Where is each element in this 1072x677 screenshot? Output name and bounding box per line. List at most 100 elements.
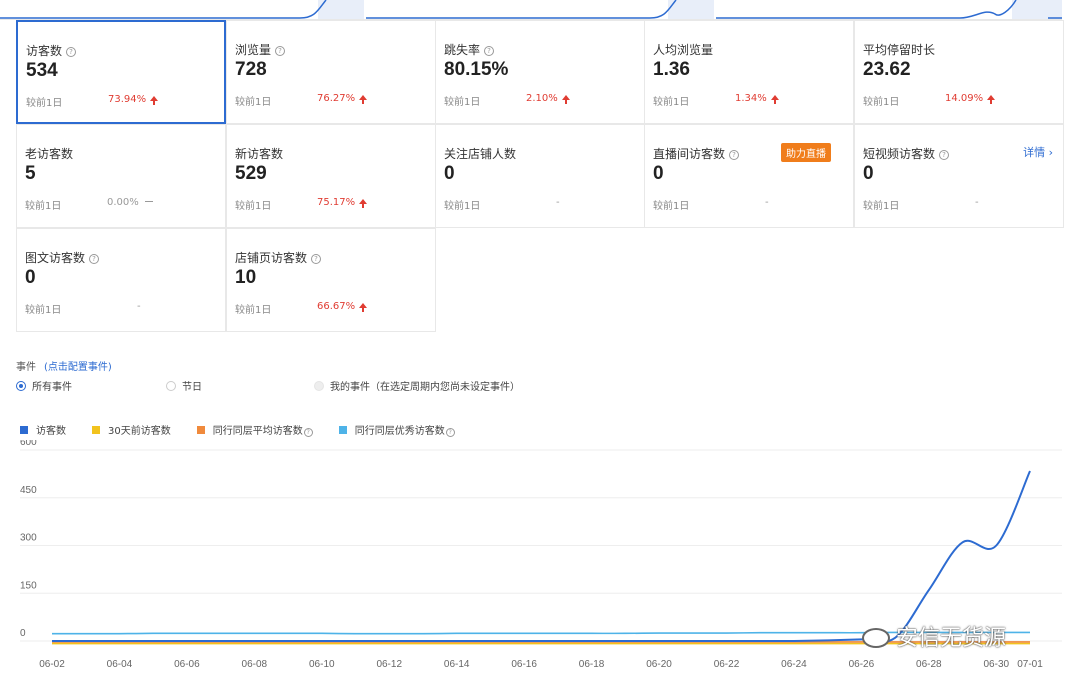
help-icon[interactable]: ?: [275, 46, 286, 56]
radio-all-events[interactable]: 所有事件: [16, 378, 72, 393]
help-icon[interactable]: ?: [484, 46, 495, 56]
change-percent-text: 14.09%: [945, 93, 984, 104]
metric-label: 关注店铺人数: [444, 145, 516, 162]
x-tick-label: 06-22: [714, 659, 740, 670]
compare-label: 较前1日: [235, 201, 272, 212]
metric-card[interactable]: 关注店铺人数 0 较前1日 -: [435, 124, 645, 228]
metric-card[interactable]: 店铺页访客数? 10 较前1日 66.67%: [226, 228, 436, 332]
metric-value: 534: [26, 60, 58, 81]
change-percent-text: 76.27%: [317, 93, 356, 104]
legend-item[interactable]: 30天前访客数: [92, 422, 171, 437]
legend-label: 同行同层优秀访客数: [354, 426, 445, 437]
metric-label-text: 店铺页访客数: [235, 251, 308, 265]
help-icon[interactable]: ?: [939, 150, 950, 160]
metric-value: 5: [25, 163, 36, 184]
metric-value: 1.36: [653, 59, 690, 80]
metric-card[interactable]: 老访客数 5 较前1日 0.00%: [16, 124, 226, 228]
change-percent: 66.67%: [317, 301, 368, 312]
help-icon[interactable]: ?: [729, 150, 740, 160]
metric-card[interactable]: 访客数? 534 较前1日 73.94%: [16, 20, 226, 124]
help-icon[interactable]: ?: [66, 47, 77, 57]
metric-value: 80.15%: [444, 59, 509, 80]
legend-item[interactable]: 同行同层优秀访客数?: [338, 422, 455, 437]
x-tick-label: 06-10: [309, 659, 335, 670]
arrow-up-icon: [150, 96, 159, 105]
metric-label-text: 新访客数: [235, 147, 284, 161]
compare-label: 较前1日: [26, 98, 63, 109]
arrow-up-icon: [561, 95, 570, 104]
wechat-icon: [862, 628, 890, 648]
change-percent-text: 66.67%: [317, 301, 356, 312]
y-tick-label: 150: [20, 580, 37, 591]
radio-holidays[interactable]: 节日: [166, 378, 202, 393]
x-tick-label: 06-20: [646, 659, 672, 670]
metric-label: 老访客数: [25, 145, 73, 162]
help-icon[interactable]: ?: [303, 428, 313, 437]
flat-dash-icon: [144, 201, 153, 202]
legend-label: 同行同层平均访客数: [212, 426, 303, 437]
metric-label-text: 跳失率: [444, 43, 481, 57]
metric-label-text: 短视频访客数: [863, 147, 936, 161]
compare-label: 较前1日: [444, 97, 481, 108]
x-tick-label: 06-02: [39, 659, 65, 670]
arrow-up-icon: [770, 95, 779, 104]
change-percent: 1.34%: [735, 93, 779, 104]
metric-label-text: 人均浏览量: [653, 43, 714, 57]
help-icon[interactable]: ?: [311, 254, 322, 264]
x-tick-label: 06-14: [444, 659, 470, 670]
metric-card[interactable]: 平均停留时长 23.62 较前1日 14.09%: [854, 20, 1064, 124]
y-tick-label: 300: [20, 533, 37, 544]
change-percent-text: 1.34%: [735, 93, 767, 104]
change-percent: -: [556, 197, 560, 208]
change-percent: 76.27%: [317, 93, 368, 104]
legend-item[interactable]: 访客数: [20, 422, 66, 437]
legend-item[interactable]: 同行同层平均访客数?: [196, 422, 313, 437]
compare-label: 较前1日: [235, 305, 272, 316]
change-percent-text: 73.94%: [108, 94, 147, 105]
radio-icon: [16, 381, 26, 391]
metric-card[interactable]: 跳失率? 80.15% 较前1日 2.10%: [435, 20, 645, 124]
arrow-up-icon: [359, 303, 368, 312]
y-tick-label: 450: [20, 485, 37, 496]
metric-card[interactable]: 人均浏览量 1.36 较前1日 1.34%: [644, 20, 854, 124]
metric-label: 短视频访客数?: [863, 145, 950, 162]
watermark: 安信无货源: [862, 620, 1006, 652]
radio-my-events: 我的事件（在选定周期内您尚未设定事件）: [314, 378, 520, 393]
metric-value: 0: [444, 163, 455, 184]
metric-card[interactable]: 直播间访客数? 0 较前1日 - 助力直播: [644, 124, 854, 228]
x-tick-label: 06-30: [983, 659, 1009, 670]
details-link[interactable]: 详情 ›: [1023, 144, 1053, 160]
metric-label: 人均浏览量: [653, 41, 713, 58]
help-icon[interactable]: ?: [89, 254, 100, 264]
metric-label: 店铺页访客数?: [235, 249, 322, 266]
compare-label: 较前1日: [235, 97, 272, 108]
events-section: 事件 (点击配置事件): [16, 358, 112, 373]
help-icon[interactable]: ?: [445, 428, 455, 437]
watermark-text: 安信无货源: [896, 626, 1007, 651]
live-boost-badge[interactable]: 助力直播: [781, 143, 831, 162]
change-percent-text: 75.17%: [317, 197, 356, 208]
x-tick-label: 06-04: [107, 659, 133, 670]
config-events-link[interactable]: (点击配置事件): [44, 362, 112, 373]
change-percent-text: 0.00%: [107, 197, 139, 208]
metric-card[interactable]: 短视频访客数? 0 较前1日 - 详情 ›: [854, 124, 1064, 228]
metric-value: 728: [235, 59, 267, 80]
radio-label: 节日: [182, 382, 202, 393]
metric-label-text: 浏览量: [235, 43, 272, 57]
metric-value: 10: [235, 267, 257, 288]
metric-card[interactable]: 新访客数 529 较前1日 75.17%: [226, 124, 436, 228]
compare-label: 较前1日: [25, 305, 62, 316]
x-tick-label: 06-06: [174, 659, 200, 670]
metric-value: 0: [25, 267, 36, 288]
legend-label: 访客数: [36, 426, 66, 437]
change-percent: -: [765, 197, 769, 208]
y-tick-label: 0: [20, 628, 26, 639]
compare-label: 较前1日: [653, 97, 690, 108]
metric-value: 23.62: [863, 59, 911, 80]
change-percent-text: -: [137, 301, 141, 312]
metric-card[interactable]: 浏览量? 728 较前1日 76.27%: [226, 20, 436, 124]
x-tick-label: 06-26: [849, 659, 875, 670]
metric-card[interactable]: 图文访客数? 0 较前1日 -: [16, 228, 226, 332]
series-line-0: [52, 470, 1031, 643]
metric-label-text: 平均停留时长: [863, 43, 936, 57]
